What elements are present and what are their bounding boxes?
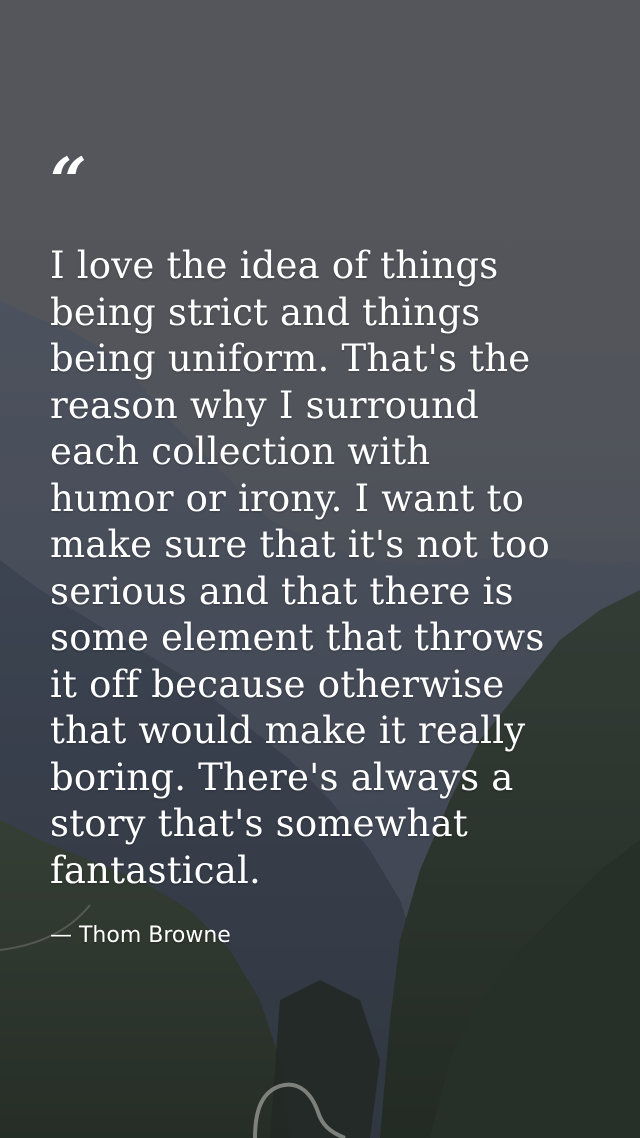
quote-card: “ I love the idea of things being strict… bbox=[0, 0, 640, 1138]
quote-mark-icon: “ bbox=[50, 144, 87, 219]
quote-text: I love the idea of things being strict a… bbox=[50, 244, 550, 892]
quote-author: — Thom Browne bbox=[50, 923, 231, 948]
